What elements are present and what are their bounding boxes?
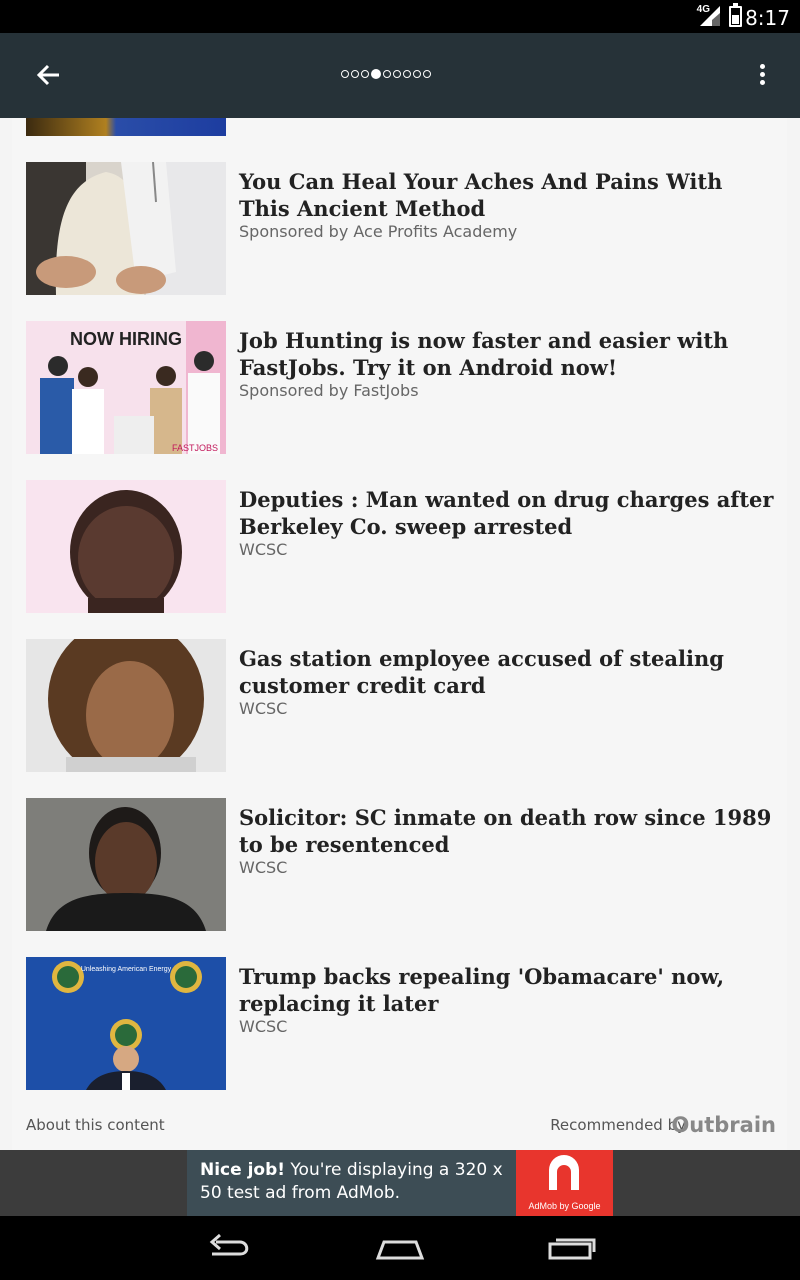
overflow-menu-button[interactable] <box>746 55 778 95</box>
mugshot-image <box>26 798 226 931</box>
page-dot <box>403 70 411 78</box>
article-headline: Trump backs repealing 'Obamacare' now, r… <box>239 964 725 1016</box>
recents-icon <box>548 1238 596 1260</box>
content-footer: About this content Recommended by Outbra… <box>26 1113 776 1137</box>
page-dot <box>393 70 401 78</box>
clock: 8:17 <box>745 6 790 30</box>
article-headline: You Can Heal Your Aches And Pains With T… <box>239 169 723 221</box>
list-item[interactable]: Deputies : Man wanted on drug charges af… <box>26 480 776 613</box>
admob-test-ad[interactable]: Nice job! You're displaying a 320 x 50 t… <box>187 1150 613 1216</box>
page-dot <box>351 70 359 78</box>
article-headline: Gas station employee accused of stealing… <box>239 646 724 698</box>
previous-item-thumbnail[interactable] <box>26 118 226 136</box>
article-headline: Deputies : Man wanted on drug charges af… <box>239 487 774 539</box>
article-headline: Job Hunting is now faster and easier wit… <box>239 328 729 380</box>
list-item[interactable]: Gas station employee accused of stealing… <box>26 639 776 772</box>
article-source: Sponsored by Ace Profits Academy <box>239 222 518 241</box>
page-dot-active <box>371 69 381 79</box>
article-source: WCSC <box>239 699 288 718</box>
ad-bar: Nice job! You're displaying a 320 x 50 t… <box>0 1150 800 1216</box>
system-navigation-bar <box>0 1216 800 1280</box>
page-dot <box>423 70 431 78</box>
nav-home-button[interactable] <box>370 1230 430 1266</box>
page-indicator <box>341 69 431 80</box>
nav-back-button[interactable] <box>200 1230 260 1266</box>
article-source: Sponsored by FastJobs <box>239 381 419 400</box>
back-button[interactable] <box>28 55 68 95</box>
mugshot-image <box>26 480 226 613</box>
admob-logo: AdMob by Google <box>516 1150 613 1216</box>
list-item[interactable]: Unleashing American Energy Trump backs r… <box>26 957 776 1090</box>
list-item[interactable]: Solicitor: SC inmate on death row since … <box>26 798 776 931</box>
recommendation-list: You Can Heal Your Aches And Pains With T… <box>12 118 787 1150</box>
app-bar <box>0 33 800 118</box>
press-conference-image: Unleashing American Energy <box>26 957 226 1090</box>
admob-label: AdMob by Google <box>528 1201 601 1211</box>
article-source: WCSC <box>239 858 288 877</box>
mugshot-image <box>26 639 226 772</box>
back-icon <box>209 1233 249 1256</box>
acupuncture-model-image <box>26 162 226 295</box>
about-content-link[interactable]: About this content <box>26 1116 165 1134</box>
ad-text: Nice job! You're displaying a 320 x 50 t… <box>200 1159 512 1205</box>
list-item[interactable]: You Can Heal Your Aches And Pains With T… <box>26 162 776 295</box>
recommended-by-label[interactable]: Recommended by <box>550 1116 686 1134</box>
article-headline: Solicitor: SC inmate on death row since … <box>239 805 772 857</box>
signal-icon <box>700 6 720 26</box>
home-icon <box>375 1240 425 1260</box>
article-source: WCSC <box>239 1017 288 1036</box>
page-dot <box>341 70 349 78</box>
status-bar: 4G 8:17 <box>0 0 800 33</box>
more-vert-icon <box>760 64 765 69</box>
page-dot <box>413 70 421 78</box>
arrow-back-icon <box>36 64 59 86</box>
page-dot <box>361 70 369 78</box>
thumb-brand: FASTJOBS <box>172 443 218 453</box>
admob-icon <box>549 1155 579 1190</box>
page-dot <box>383 70 391 78</box>
list-item[interactable]: NOW HIRING FASTJOBS Job Hunting is now f… <box>26 321 776 454</box>
seal-caption: Unleashing American Energy <box>81 966 172 973</box>
article-source: WCSC <box>239 540 288 559</box>
nav-recents-button[interactable] <box>540 1230 600 1266</box>
battery-icon <box>729 3 742 27</box>
outbrain-logo[interactable]: Outbrain <box>671 1113 776 1137</box>
thumb-title: NOW HIRING <box>70 329 182 349</box>
now-hiring-image: NOW HIRING FASTJOBS <box>26 321 226 454</box>
ad-bold-text: Nice job! <box>200 1160 286 1180</box>
